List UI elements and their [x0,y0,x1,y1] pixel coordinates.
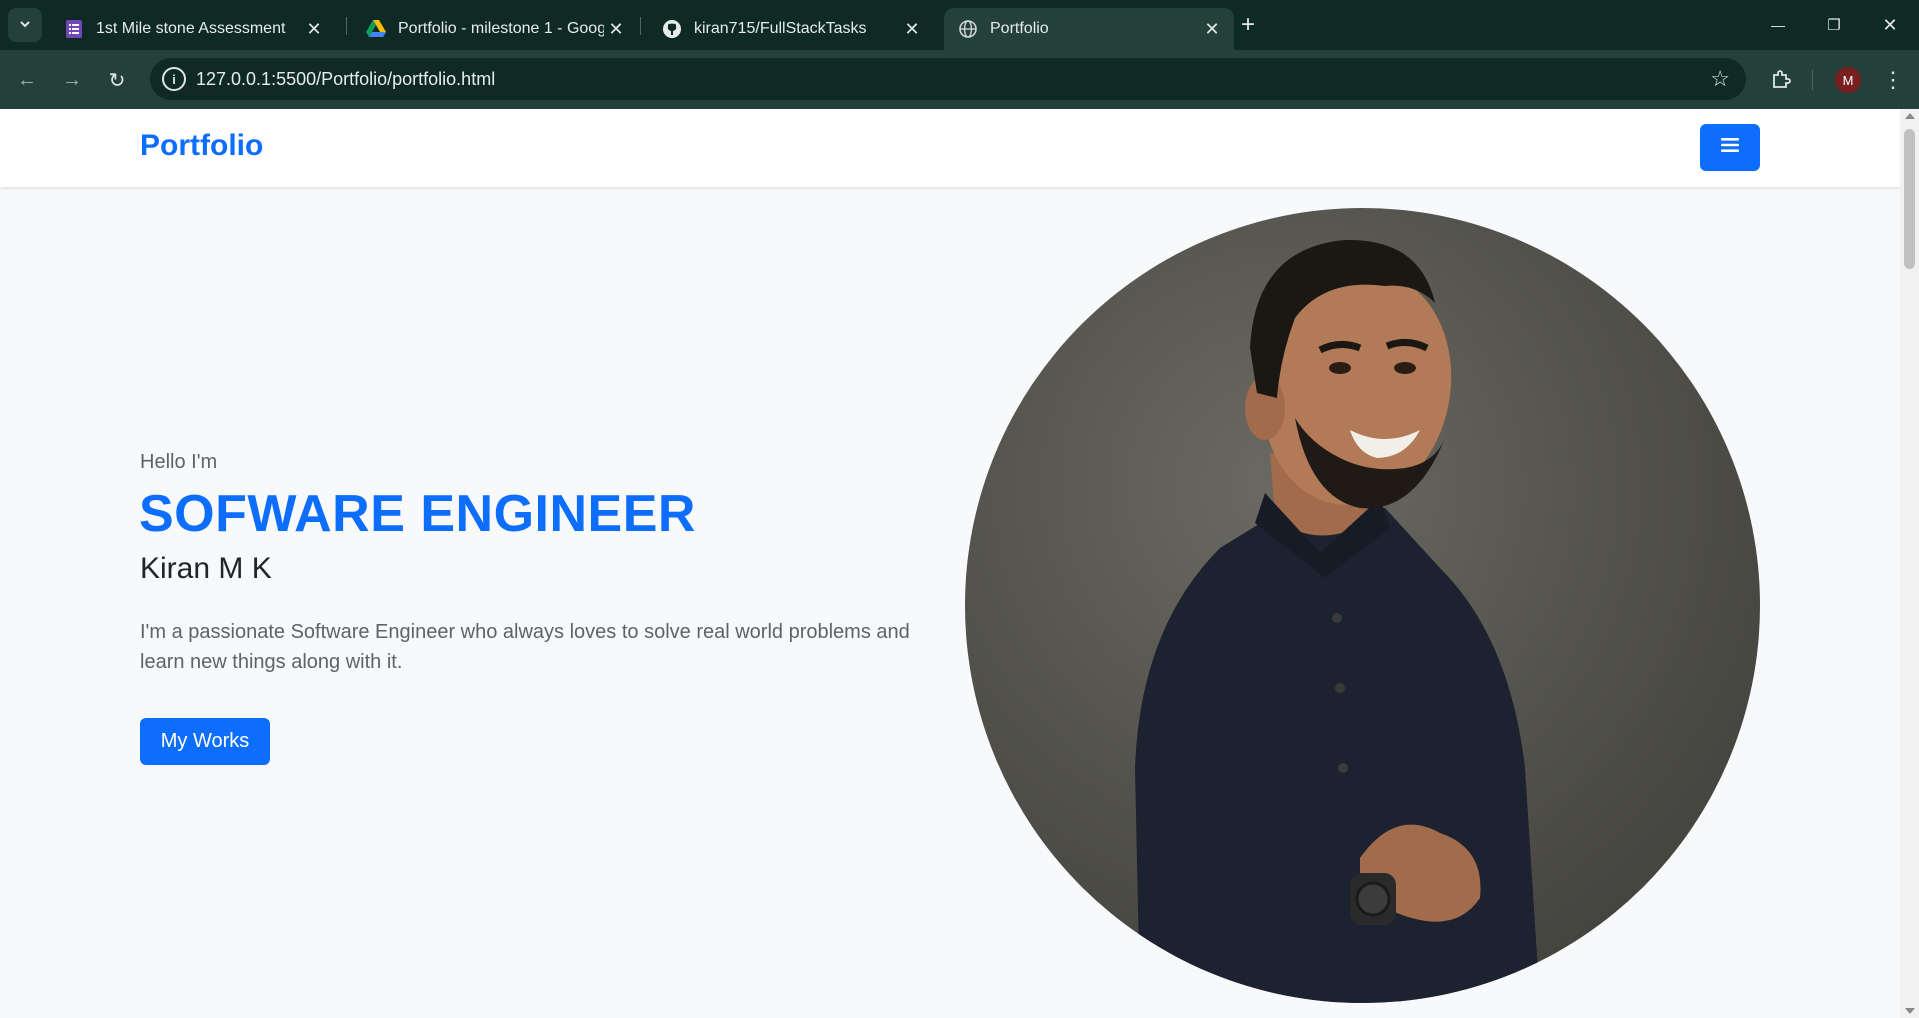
tab-drive[interactable]: Portfolio - milestone 1 - Google Drive ✕ [352,8,638,50]
window-close-button[interactable]: ✕ [1870,8,1910,42]
google-forms-icon [64,19,84,39]
reload-icon: ↻ [108,69,126,92]
globe-icon [958,19,978,39]
profile-photo [965,208,1760,1003]
tab-title: Portfolio [990,20,1049,37]
tab-title: Portfolio - milestone 1 - Google Drive [398,20,604,37]
tab-forms[interactable]: 1st Mile stone Assessment ✕ [50,8,336,50]
close-icon[interactable]: ✕ [900,19,924,40]
hero-description: I'm a passionate Software Engineer who a… [140,621,910,673]
profile-photo-illustration [1135,239,1540,1003]
address-bar[interactable]: i 127.0.0.1:5500/Portfolio/portfolio.htm… [150,58,1746,100]
close-icon[interactable]: ✕ [1200,19,1224,40]
close-icon: ✕ [1882,14,1898,35]
brand-link[interactable]: Portfolio [140,129,263,163]
tab-github[interactable]: kiran715/FullStackTasks ✕ [648,8,934,50]
tab-title: 1st Mile stone Assessment [96,20,286,37]
restore-icon: ❐ [1827,17,1841,34]
scroll-down-icon[interactable] [1905,1008,1915,1014]
site-info-icon[interactable]: i [162,67,186,91]
profile-avatar[interactable]: M [1835,67,1861,93]
tab-strip: 1st Mile stone Assessment ✕ Portfolio - … [0,0,1919,50]
tab-separator [640,17,641,35]
github-icon [662,19,682,39]
bookmark-star-icon[interactable]: ☆ [1710,66,1730,92]
navbar-toggle-button[interactable] [1700,124,1760,171]
minimize-icon: — [1771,17,1785,33]
back-button[interactable]: ← [11,64,43,96]
menu-icon[interactable]: ⋮ [1880,64,1906,96]
hamburger-icon [1721,137,1739,158]
restore-button[interactable]: ❐ [1814,8,1854,42]
close-icon[interactable]: ✕ [604,19,628,40]
scrollbar-thumb[interactable] [1904,129,1915,269]
arrow-right-icon: → [62,68,82,91]
reload-button[interactable]: ↻ [101,64,133,96]
toolbar-separator [1812,70,1813,90]
google-drive-icon [366,19,386,39]
arrow-left-icon: ← [17,68,37,91]
page-scrollbar[interactable] [1900,109,1919,1018]
url-text[interactable]: 127.0.0.1:5500/Portfolio/portfolio.html [196,69,495,90]
new-tab-button[interactable]: + [1241,11,1255,39]
chevron-down-icon [18,17,32,34]
extensions-icon[interactable] [1766,64,1796,94]
hero-headline: SOFWARE ENGINEER [139,485,696,543]
close-icon[interactable]: ✕ [302,19,326,40]
hero-name: Kiran M K [140,552,272,585]
tab-title: kiran715/FullStackTasks [694,20,867,37]
site-navbar: Portfolio [0,109,1900,187]
browser-toolbar: ← → ↻ i 127.0.0.1:5500/Portfolio/portfol… [0,50,1919,109]
forward-button[interactable]: → [56,64,88,96]
my-works-button[interactable]: My Works [140,718,270,765]
page-viewport: Portfolio Hello I'm SOFWARE ENGINEER Kir… [0,109,1900,1018]
tab-portfolio[interactable]: Portfolio ✕ [944,8,1234,50]
hero-greeting: Hello I'm [140,451,218,473]
tab-separator [346,17,347,35]
minimize-button[interactable]: — [1758,8,1798,42]
tab-search-button[interactable] [8,8,42,42]
scroll-up-icon[interactable] [1905,113,1915,119]
